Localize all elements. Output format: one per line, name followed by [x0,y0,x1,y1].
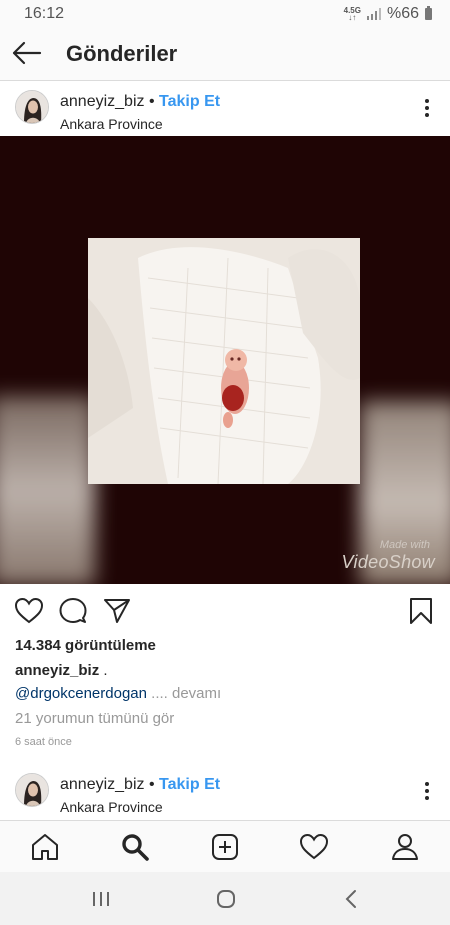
back-button[interactable] [10,38,44,68]
follow-button[interactable]: Takip Et [159,776,220,793]
chevron-left-icon [345,890,356,908]
back-system-button[interactable] [341,888,363,910]
more-options-button[interactable] [422,97,432,119]
post-location[interactable]: Ankara Province [60,116,163,132]
battery-percent: %66 [386,5,419,22]
post-author-line: anneyiz_biz • Takip Et [60,93,220,111]
follow-button[interactable]: Takip Et [159,93,220,110]
bookmark-icon [410,598,432,624]
read-more-link[interactable]: .... devamı [147,685,221,702]
post-caption: anneyiz_biz . [15,662,108,679]
add-post-icon [212,834,238,860]
network-indicator: 4.5G ↓↑ [343,6,361,22]
nav-home[interactable] [29,831,61,863]
more-vertical-icon [425,99,429,117]
photo-content [88,238,360,484]
battery-icon [425,6,432,20]
nav-activity[interactable] [298,831,330,863]
avatar-image [16,774,48,806]
caption-text: . [99,662,108,679]
search-icon [122,834,149,861]
post-username[interactable]: anneyiz_biz [60,776,145,793]
nav-search[interactable] [119,831,151,863]
caption-mention-line: @drgokcenerdogan .... devamı [15,685,221,702]
post-header: anneyiz_biz • Takip Et Ankara Province [0,81,450,135]
separator-dot: • [148,93,155,110]
home-icon [32,834,58,860]
more-vertical-icon [425,782,429,800]
separator-dot: • [148,776,155,793]
comment-button[interactable] [58,596,88,626]
post-location[interactable]: Ankara Province [60,799,163,815]
home-circle-icon [217,890,235,908]
nav-profile[interactable] [389,831,421,863]
save-button[interactable] [406,596,436,626]
comment-icon [59,598,87,623]
more-options-button[interactable] [422,780,432,802]
post-author-line: anneyiz_biz • Takip Et [60,776,220,794]
post-media[interactable]: Made with VideoShow [0,136,450,584]
signal-icon [366,8,381,20]
profile-icon [392,834,418,860]
recent-apps-icon [93,892,109,906]
blurred-background-left [0,396,95,584]
status-icons: 4.5G ↓↑ %66 [344,5,432,23]
view-all-comments-link[interactable]: 21 yorumun tümünü gör [15,710,174,727]
post-photo [88,238,360,484]
nav-new-post[interactable] [209,831,241,863]
heart-icon [14,597,44,624]
like-button[interactable] [14,596,44,626]
share-button[interactable] [102,596,132,626]
post-timestamp: 6 saat önce [15,736,72,748]
watermark-caption: Made with [379,539,430,551]
next-post-header: anneyiz_biz • Takip Et Ankara Province [0,764,450,818]
caption-username[interactable]: anneyiz_biz [15,662,99,679]
home-system-button[interactable] [215,888,237,910]
heart-icon [299,833,329,860]
recent-apps-button[interactable] [90,888,112,910]
watermark-brand: VideoShow [341,552,435,572]
bottom-navigation [0,820,450,873]
avatar[interactable] [15,773,49,807]
send-icon [104,599,130,623]
avatar[interactable] [15,90,49,124]
status-bar: 16:12 4.5G ↓↑ %66 [0,0,450,28]
app-bar: Gönderiler [0,28,450,81]
post-username[interactable]: anneyiz_biz [60,93,145,110]
page-title: Gönderiler [66,41,178,66]
arrow-left-icon [12,41,42,65]
avatar-image [16,91,48,123]
view-count[interactable]: 14.384 görüntüleme [15,637,156,654]
mention-link[interactable]: @drgokcenerdogan [15,685,147,702]
status-time: 16:12 [24,5,65,22]
post-actions [0,588,450,636]
system-navigation-bar [0,872,450,925]
